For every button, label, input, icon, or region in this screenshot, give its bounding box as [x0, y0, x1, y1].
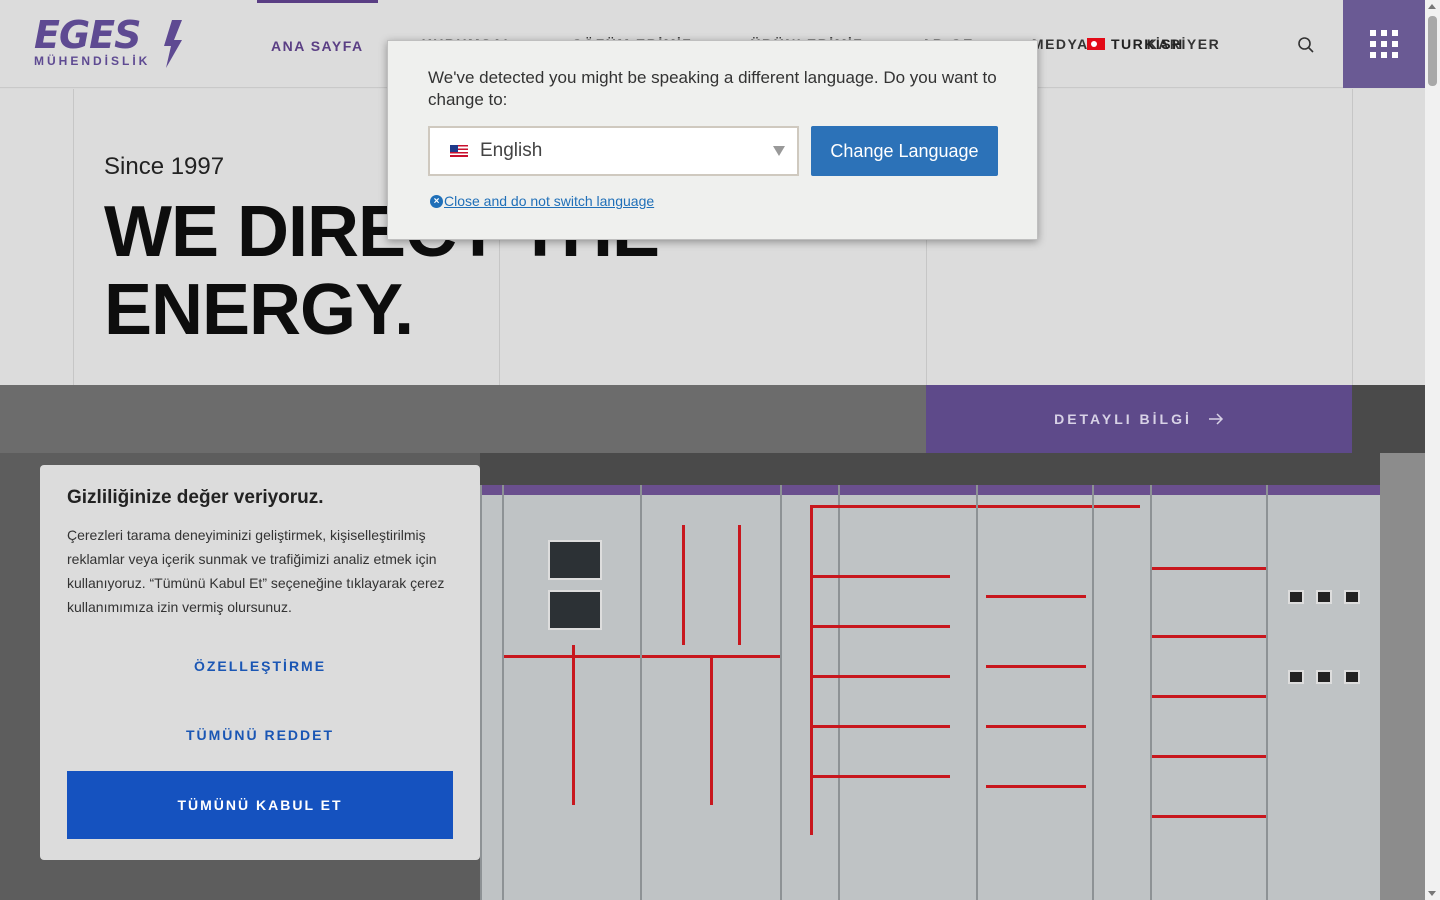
since-text: Since 1997: [104, 153, 225, 180]
language-label: TURKİSH: [1111, 36, 1184, 52]
cookie-title: Gizliliğinize değer veriyoruz.: [67, 487, 324, 508]
scroll-up-arrow-icon[interactable]: [1428, 4, 1436, 9]
electrical-panel-image: [480, 485, 1380, 900]
close-circle-icon: ×: [430, 194, 443, 208]
grid-divider: [73, 89, 74, 385]
page-scrollbar[interactable]: [1425, 0, 1440, 900]
language-select[interactable]: English: [428, 126, 799, 176]
search-icon[interactable]: [1297, 36, 1315, 54]
grid-menu-button[interactable]: [1343, 0, 1425, 88]
cookie-consent-banner: Gizliliğinize değer veriyoruz. Çerezleri…: [40, 465, 480, 860]
close-link-text: Close and do not switch language: [444, 193, 655, 209]
caret-down-icon: [773, 146, 785, 156]
close-language-modal-link[interactable]: × Close and do not switch language: [430, 193, 654, 209]
selected-language: English: [480, 140, 543, 161]
headline-line-2: ENERGY.: [104, 270, 414, 350]
customize-cookies-button[interactable]: ÖZELLEŞTİRME: [67, 658, 453, 674]
scrollbar-thumb[interactable]: [1428, 16, 1437, 86]
grid-menu-icon: [1370, 30, 1398, 58]
detail-info-button[interactable]: DETAYLI BİLGİ: [926, 385, 1352, 453]
reject-all-cookies-button[interactable]: TÜMÜNÜ REDDET: [67, 727, 453, 743]
eges-logo[interactable]: EGES MÜHENDİSLİK: [34, 16, 184, 72]
language-modal-message: We've detected you might be speaking a d…: [428, 68, 997, 109]
accept-all-cookies-button[interactable]: TÜMÜNÜ KABUL ET: [67, 771, 453, 839]
scroll-down-arrow-icon[interactable]: [1428, 891, 1436, 896]
grid-divider: [1352, 89, 1353, 385]
detail-info-label: DETAYLI BİLGİ: [1054, 411, 1192, 427]
us-flag-icon: [450, 145, 468, 157]
cookie-body: Çerezleri tarama deneyiminizi geliştirme…: [67, 527, 445, 615]
language-detection-modal: We've detected you might be speaking a d…: [387, 40, 1038, 240]
lightning-bolt-icon: [164, 20, 182, 68]
turkey-flag-icon: [1087, 38, 1105, 50]
arrow-right-icon: [1208, 413, 1223, 425]
nav-item-home[interactable]: ANA SAYFA: [257, 0, 378, 88]
language-switcher[interactable]: TURKİSH: [1087, 36, 1184, 52]
change-language-button[interactable]: Change Language: [811, 126, 998, 176]
